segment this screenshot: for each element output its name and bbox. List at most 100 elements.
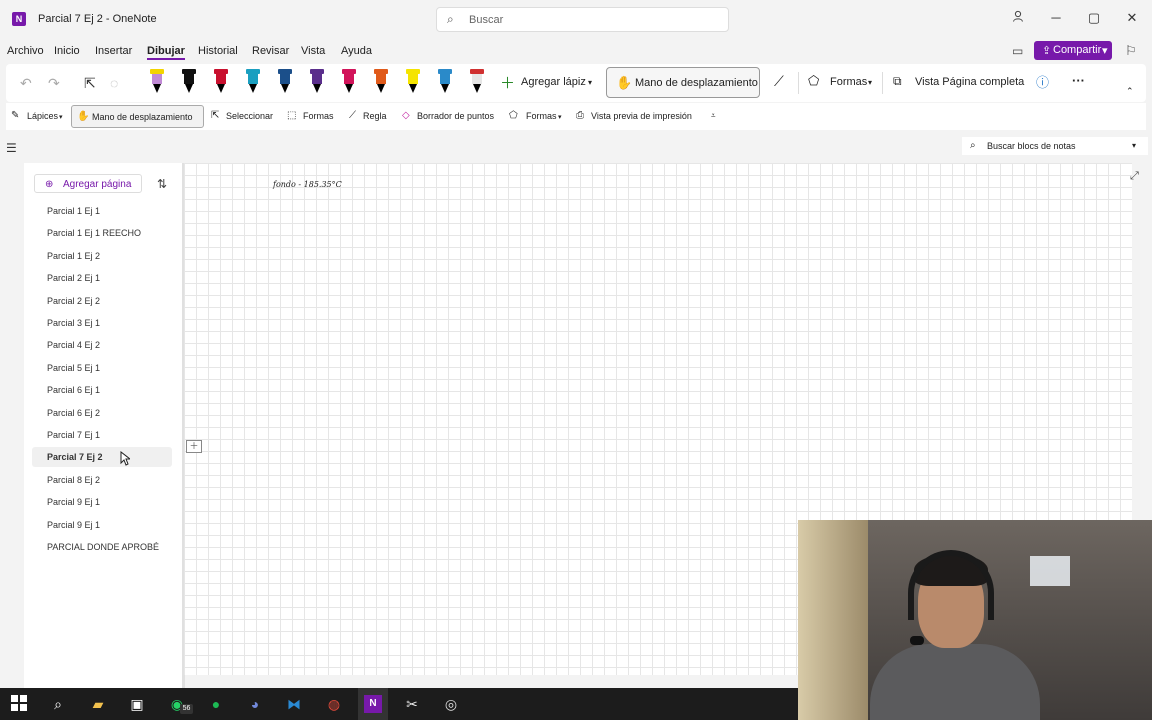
menu-dibujar[interactable]: Dibujar — [147, 45, 185, 60]
pen-2-icon[interactable] — [214, 69, 228, 95]
redo-icon[interactable]: ↷ — [48, 75, 60, 92]
vscode-icon[interactable]: ⧓ — [285, 695, 303, 713]
feedback-icon[interactable]: ⚐ — [1125, 43, 1137, 59]
store-icon[interactable]: ▣ — [128, 695, 146, 713]
pen-6-icon[interactable] — [342, 69, 356, 95]
point-eraser-button[interactable]: Borrador de puntos — [417, 111, 494, 121]
page-list-item[interactable]: PARCIAL DONDE APROBÉ — [32, 537, 172, 557]
menu-archivo[interactable]: Archivo — [7, 45, 44, 57]
hamburger-icon[interactable]: ☰ — [6, 141, 17, 155]
overflow-chevron-icon[interactable]: ⩡ — [711, 111, 716, 121]
hand-scroll-button[interactable]: ✋ Mano de desplazamiento — [606, 67, 760, 98]
snip-icon[interactable]: ✂ — [403, 695, 421, 713]
search-box[interactable]: ⌕ Buscar — [436, 7, 729, 32]
page-list-item[interactable]: Parcial 4 Ej 2 — [32, 335, 172, 355]
menu-insertar[interactable]: Insertar — [95, 45, 132, 57]
notebook-search-label: Buscar blocs de notas — [987, 141, 1076, 151]
page-list-item[interactable]: Parcial 9 Ej 1 — [32, 492, 172, 512]
menu-revisar[interactable]: Revisar — [252, 45, 289, 57]
chrome-icon[interactable]: ◍ — [325, 695, 343, 713]
menu-ayuda[interactable]: Ayuda — [341, 45, 372, 57]
page-list-item-label: Parcial 6 Ej 1 — [47, 385, 101, 396]
page-list-item[interactable]: Parcial 1 Ej 1 — [32, 201, 172, 221]
windows-start-icon[interactable] — [10, 695, 28, 713]
shapes-icon: ⬚ — [287, 110, 297, 121]
page-list-item[interactable]: Parcial 1 Ej 2 — [32, 246, 172, 266]
add-pen-button[interactable]: Agregar lápiz — [521, 76, 586, 88]
page-list-item-label: Parcial 1 Ej 1 REECHO — [47, 228, 142, 239]
chevron-down-icon: ▾ — [588, 78, 593, 87]
pen-3-icon[interactable] — [246, 69, 260, 95]
discord-icon[interactable]: ◕ — [246, 695, 264, 713]
page-list-item[interactable]: Parcial 7 Ej 2 — [32, 447, 172, 468]
page-list-item[interactable]: Parcial 9 Ej 1 — [32, 515, 172, 535]
add-space-icon[interactable]: ＋ — [186, 440, 202, 453]
sort-icon[interactable]: ⇅ — [157, 177, 167, 191]
shapes-button[interactable]: Formas — [830, 76, 867, 88]
page-list-item[interactable]: Parcial 1 Ej 1 REECHO — [32, 223, 172, 243]
search-icon[interactable]: ⌕ — [49, 695, 67, 713]
pointer-icon[interactable]: ⇱ — [84, 75, 96, 92]
page-list-item[interactable]: Parcial 8 Ej 2 — [32, 470, 172, 490]
file-explorer-icon[interactable]: ▰ — [89, 695, 107, 713]
full-page-icon: ⧉ — [893, 74, 902, 88]
page-list-item[interactable]: Parcial 6 Ej 1 — [32, 380, 172, 400]
page-list-item-label: Parcial 5 Ej 1 — [47, 362, 101, 373]
page-list-item[interactable]: Parcial 7 Ej 1 — [32, 425, 172, 445]
pen-4-icon[interactable] — [278, 69, 292, 95]
lasso-icon[interactable]: ◌ — [110, 75, 118, 91]
page-list-item[interactable]: Parcial 3 Ej 1 — [32, 313, 172, 333]
shapes-dropdown-button[interactable]: Formas — [526, 111, 557, 121]
spotify-icon[interactable]: ● — [207, 695, 225, 713]
page-list-item-label: Parcial 1 Ej 1 — [47, 206, 101, 216]
pen-5-icon[interactable] — [310, 69, 324, 95]
page-list-item[interactable]: Parcial 2 Ej 2 — [32, 291, 172, 311]
menu-vista[interactable]: Vista — [301, 45, 325, 57]
pen-9-icon[interactable] — [438, 69, 452, 95]
select-button[interactable]: Seleccionar — [226, 111, 273, 121]
share-button[interactable]: ⇪ Compartir ▾ — [1034, 41, 1112, 60]
pen-8-icon[interactable] — [406, 69, 420, 95]
menu-inicio[interactable]: Inicio — [54, 45, 80, 57]
pen-7-icon[interactable] — [374, 69, 388, 95]
notebook-search[interactable]: ⌕ Buscar blocs de notas ▾ — [962, 137, 1148, 155]
close-button[interactable]: ✕ — [1122, 10, 1142, 26]
onenote-icon[interactable]: N — [364, 695, 382, 713]
page-list-item[interactable]: Parcial 6 Ej 2 — [32, 403, 172, 423]
hand-scroll-toggle[interactable]: ✋ Mano de desplazamiento — [71, 105, 204, 128]
more-options-button[interactable]: ··· — [1072, 73, 1085, 88]
hand-icon: ✋ — [77, 111, 90, 122]
add-page-button[interactable]: ⊕ Agregar página — [34, 174, 142, 193]
page-list-item-label: Parcial 9 Ej 1 — [47, 497, 101, 508]
menu-bar: Archivo Inicio Insertar Dibujar Historia… — [0, 40, 1152, 62]
minimize-button[interactable]: ─ — [1046, 10, 1066, 25]
undo-icon[interactable]: ↶ — [20, 75, 32, 92]
menu-historial[interactable]: Historial — [198, 45, 238, 57]
full-page-view-button[interactable]: Vista Página completa — [915, 76, 1024, 88]
chevron-down-icon: ▾ — [59, 114, 63, 121]
maximize-button[interactable]: ▢ — [1084, 10, 1104, 26]
eraser-icon: ◇ — [402, 110, 410, 121]
collapse-ribbon-icon[interactable]: ⌃ — [1126, 86, 1134, 97]
page-list-item-label: Parcial 4 Ej 2 — [47, 340, 101, 351]
whatsapp-badge: 56 — [180, 704, 193, 714]
page-list-item[interactable]: Parcial 5 Ej 1 — [32, 358, 172, 378]
pen-10-icon[interactable] — [470, 69, 484, 95]
print-preview-button[interactable]: Vista previa de impresión — [591, 111, 692, 121]
ruler-button[interactable]: Regla — [363, 111, 387, 121]
account-icon[interactable] — [1008, 10, 1028, 25]
shapes-sub-button[interactable]: Formas — [303, 111, 334, 121]
expand-icon[interactable]: ⤢ — [1130, 170, 1139, 183]
pen-1-icon[interactable] — [182, 69, 196, 95]
draw-ribbon: ↶ ↷ ⇱ ◌ ＋ Agregar lápiz ▾ ✋ Mano de desp… — [6, 64, 1146, 102]
add-pen-icon: ＋ — [500, 75, 516, 92]
pencils-button[interactable]: Lápices — [27, 111, 58, 121]
microphone-icon — [910, 636, 924, 645]
ruler-icon[interactable]: ⟋ — [774, 73, 784, 90]
page-list-item[interactable]: Parcial 2 Ej 1 — [32, 268, 172, 288]
notebook-icon[interactable]: ▭ — [1012, 44, 1023, 58]
pen-0-icon[interactable] — [150, 69, 164, 95]
obs-icon[interactable]: ◎ — [442, 695, 460, 713]
ribbon-divider — [798, 72, 799, 94]
help-icon[interactable]: ⓘ — [1036, 72, 1049, 91]
